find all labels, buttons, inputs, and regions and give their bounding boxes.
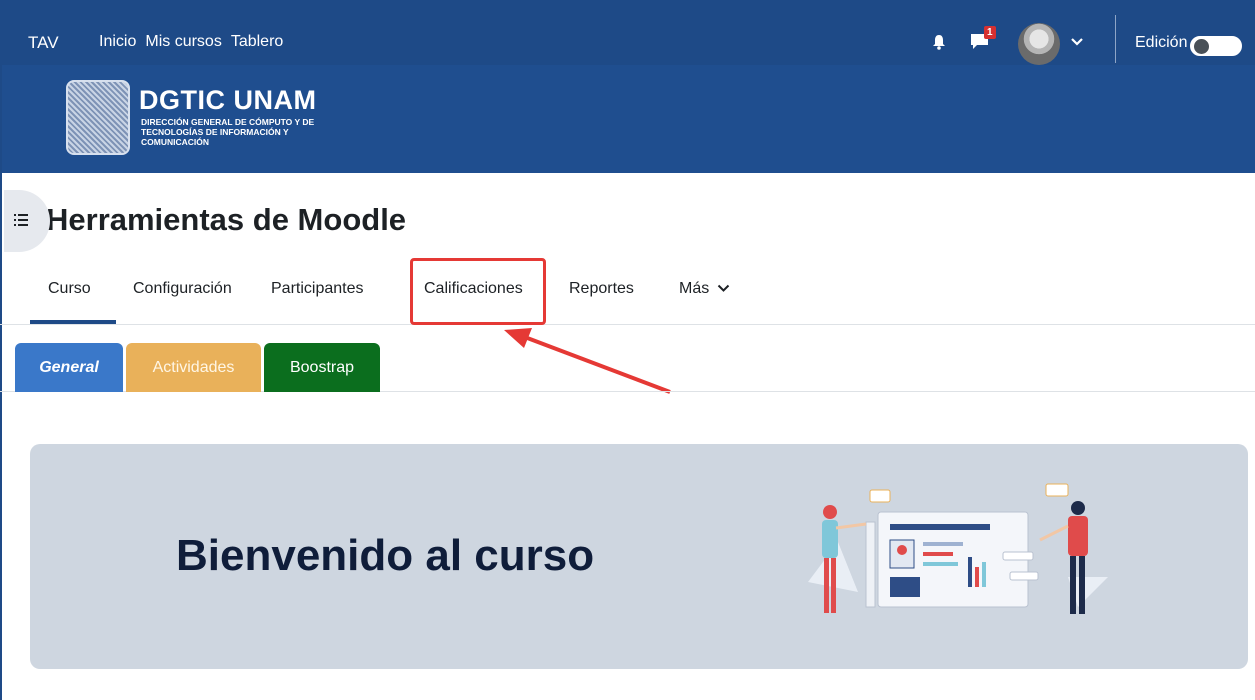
bell-icon[interactable]: [932, 34, 946, 50]
edit-mode-toggle[interactable]: [1190, 36, 1242, 56]
page-title: Herramientas de Moodle: [46, 202, 407, 237]
nav-link-inicio[interactable]: Inicio: [99, 33, 136, 51]
notification-badge: 1: [984, 26, 996, 39]
tab-reportes[interactable]: Reportes: [569, 280, 634, 298]
section-tab-actividades[interactable]: Actividades: [126, 343, 261, 392]
site-banner: DGTIC UNAM DIRECCIÓN GENERAL DE CÓMPUTO …: [0, 65, 1255, 173]
welcome-illustration: [808, 483, 1108, 614]
edit-mode-label: Edición: [1135, 34, 1188, 51]
chevron-down-icon: [717, 285, 729, 293]
active-tab-indicator: [30, 320, 116, 324]
page-left-border: [0, 173, 2, 700]
course-index-toggle[interactable]: [4, 190, 50, 252]
nav-link-mis-cursos[interactable]: Mis cursos: [145, 33, 221, 51]
tab-configuracion[interactable]: Configuración: [133, 280, 232, 298]
avatar[interactable]: [1018, 23, 1060, 65]
chevron-down-icon[interactable]: [1070, 37, 1084, 47]
welcome-heading: Bienvenido al curso: [176, 531, 595, 580]
banner-subtitle: DIRECCIÓN GENERAL DE CÓMPUTO Y DE TECNOL…: [141, 117, 315, 147]
messages-button[interactable]: 1: [970, 26, 996, 52]
tab-curso[interactable]: Curso: [48, 280, 91, 298]
tab-mas-label: Más: [679, 280, 710, 297]
annotation-highlight-box: [410, 258, 546, 325]
site-brand[interactable]: TAV: [28, 33, 59, 53]
top-navbar: TAV Inicio Mis cursos Tablero 1 Edición: [0, 0, 1255, 65]
welcome-card: Bienvenido al curso: [30, 444, 1248, 669]
primary-nav: Inicio Mis cursos Tablero: [99, 33, 283, 51]
course-section-tabs: General Actividades Boostrap: [0, 343, 1255, 392]
tab-mas[interactable]: Más: [679, 280, 730, 298]
navbar-divider: [1115, 15, 1116, 63]
list-icon: [14, 214, 28, 226]
tab-participantes[interactable]: Participantes: [271, 280, 364, 298]
banner-title: DGTIC UNAM: [139, 85, 317, 115]
unam-seal-logo: [66, 80, 130, 155]
toggle-knob: [1194, 39, 1209, 54]
section-tab-general[interactable]: General: [15, 343, 123, 392]
nav-link-tablero[interactable]: Tablero: [231, 33, 283, 51]
section-tab-boostrap[interactable]: Boostrap: [264, 343, 380, 392]
course-secondary-nav: Curso Configuración Participantes Califi…: [0, 262, 1255, 325]
